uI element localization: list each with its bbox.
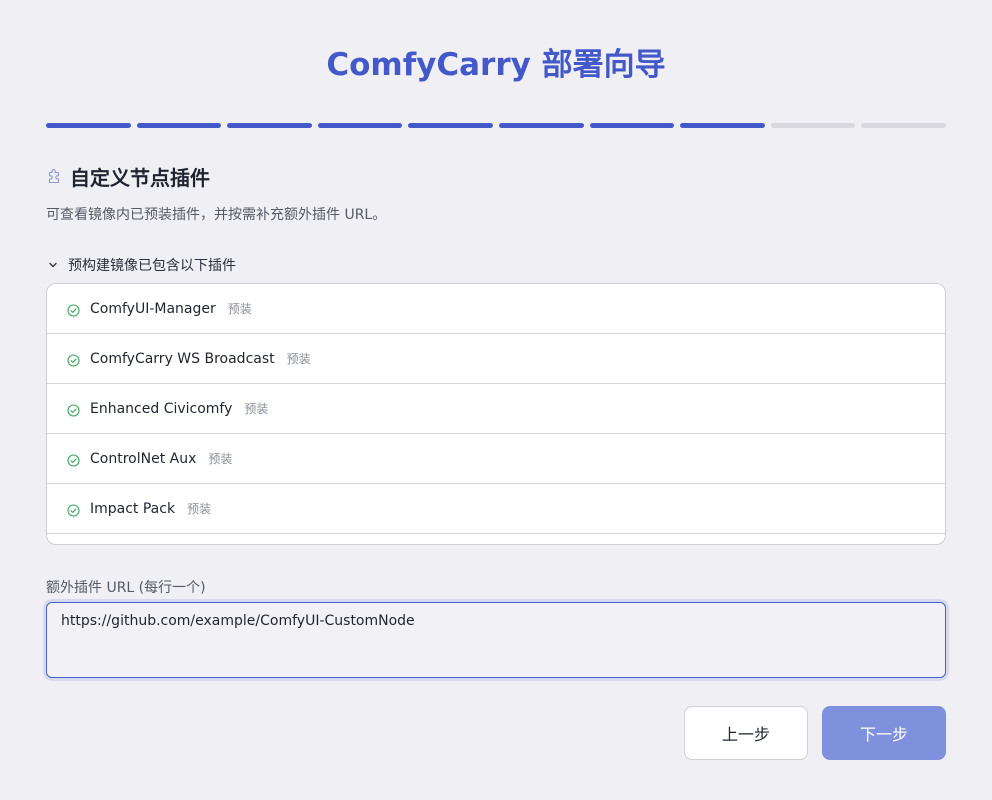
preinstalled-toggle-label: 预构建镜像已包含以下插件 xyxy=(68,258,236,274)
plugin-name: Impact Pack xyxy=(90,500,176,517)
section-header: 自定义节点插件 xyxy=(46,162,210,191)
page-title: ComfyCarry 部署向导 xyxy=(326,47,666,83)
extra-urls-label: 额外插件 URL (每行一个) xyxy=(46,580,206,596)
preinstalled-tag: 预装 xyxy=(286,352,311,366)
next-step-button[interactable]: 下一步 xyxy=(822,706,946,760)
progress-step-6 xyxy=(498,123,584,128)
check-circle-icon xyxy=(67,302,80,317)
preinstalled-tag: 预装 xyxy=(244,402,269,416)
progress-step-4 xyxy=(317,123,403,128)
list-item: ControlNet Aux 预装 xyxy=(47,434,945,484)
plugin-name: ComfyCarry WS Broadcast xyxy=(90,350,275,367)
progress-step-3 xyxy=(227,123,312,128)
chevron-down-icon xyxy=(46,258,60,272)
check-circle-icon xyxy=(67,452,80,467)
progress-step-8 xyxy=(680,123,765,128)
check-circle-icon xyxy=(67,402,80,417)
plugin-name: Enhanced Civicomfy xyxy=(90,400,233,417)
section-description: 可查看镜像内已预装插件，并按需补充额外插件 URL。 xyxy=(46,207,387,223)
step-progress xyxy=(46,123,946,128)
preinstalled-tag: 预装 xyxy=(227,302,252,316)
preinstalled-tag: 预装 xyxy=(208,452,233,466)
list-item: ComfyCarry WS Broadcast 预装 xyxy=(47,334,945,384)
puzzle-icon xyxy=(46,168,62,185)
progress-step-5 xyxy=(408,123,493,128)
preinstalled-toggle[interactable]: 预构建镜像已包含以下插件 xyxy=(46,255,236,275)
preinstalled-plugin-list[interactable]: ComfyUI-Manager 预装 ComfyCarry WS Broadca… xyxy=(46,283,946,545)
previous-step-button[interactable]: 上一步 xyxy=(684,706,808,760)
section-title: 自定义节点插件 xyxy=(70,166,210,190)
list-item: Impact Pack 预装 xyxy=(47,484,945,534)
list-item: Enhanced Civicomfy 预装 xyxy=(47,384,945,434)
progress-step-2 xyxy=(136,123,222,128)
preinstalled-tag: 预装 xyxy=(187,502,212,516)
list-item: ComfyUI-Manager 预装 xyxy=(47,284,945,334)
progress-step-7 xyxy=(589,123,675,128)
check-circle-icon xyxy=(67,352,80,367)
plugin-name: ComfyUI-Manager xyxy=(90,300,216,317)
progress-step-1 xyxy=(46,123,131,128)
extra-urls-textarea[interactable]: https://github.com/example/ComfyUI-Custo… xyxy=(46,602,946,678)
progress-step-9 xyxy=(770,123,856,128)
check-circle-icon xyxy=(67,502,80,517)
plugin-name: ControlNet Aux xyxy=(90,450,197,467)
progress-step-10 xyxy=(861,123,946,128)
